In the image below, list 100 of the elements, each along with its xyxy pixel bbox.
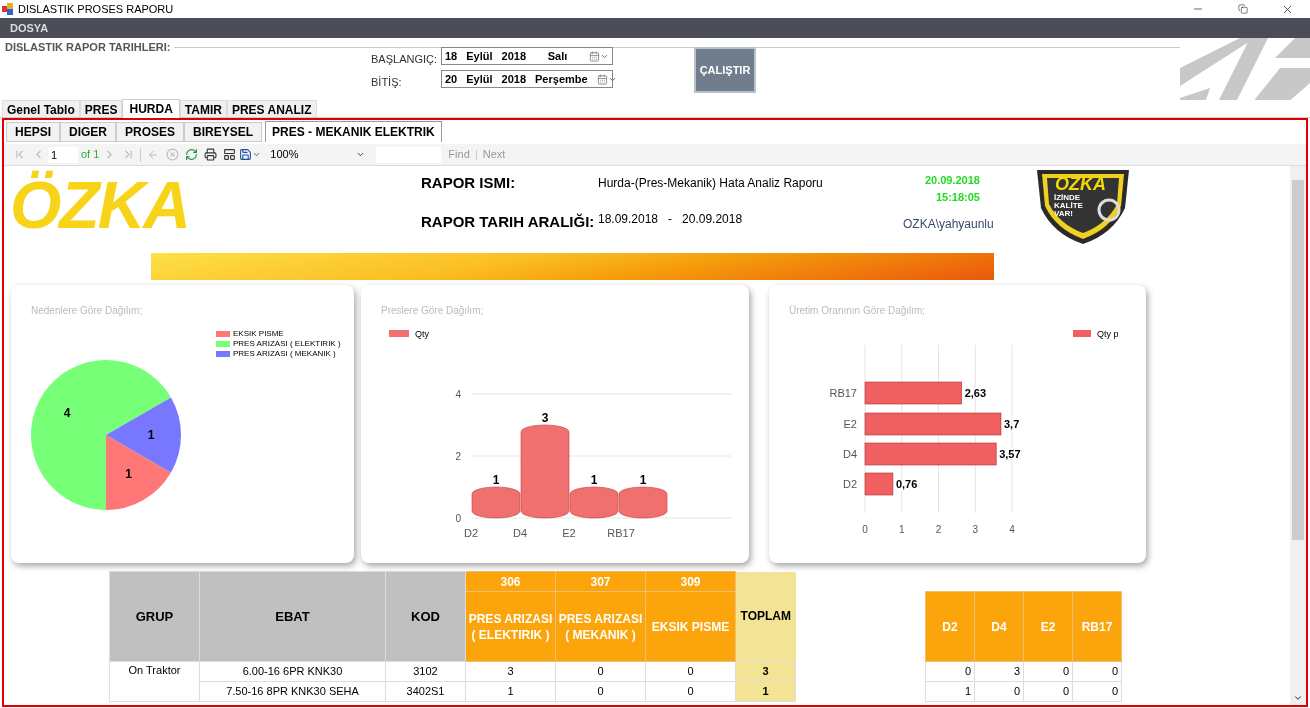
axis-tick: 4 xyxy=(455,389,461,400)
field-label: BİTİŞ: xyxy=(371,74,403,90)
tab[interactable]: PRES ANALIZ xyxy=(226,100,317,117)
badge-slogan: VAR! xyxy=(1054,210,1074,218)
column-header: E2 xyxy=(1023,591,1073,662)
report-date: 20.09.2018 xyxy=(924,173,981,188)
logo-text: ÖZKA xyxy=(10,170,189,244)
menu-item[interactable]: DOSYA xyxy=(10,19,49,37)
column-header: D2 xyxy=(925,591,975,662)
table-cell: 0 xyxy=(645,661,736,682)
table-cell: On Traktor xyxy=(109,661,200,702)
stop-icon[interactable] xyxy=(163,145,182,164)
table-cell: 3102 xyxy=(385,661,466,682)
zoom-dropdown[interactable]: 100% xyxy=(270,146,366,163)
column-header: EKSIK PISME xyxy=(645,591,736,662)
tab[interactable]: HURDA xyxy=(122,99,180,118)
column-header: D4 xyxy=(974,591,1024,662)
chart-title: Nedenlere Göre Dağılım; xyxy=(31,304,143,318)
axis-tick: 1 xyxy=(898,524,905,535)
legend-item: Qty p xyxy=(1073,329,1119,339)
legend-label: EKSIK PISME xyxy=(233,329,284,338)
tab[interactable]: BIREYSEL xyxy=(184,122,263,142)
axis-tick: 4 xyxy=(1009,524,1015,535)
column-header: PRES ARIZASI ( MEKANIK ) xyxy=(555,591,646,662)
data-label: 1 xyxy=(125,466,132,481)
category-label: E2 xyxy=(843,418,857,430)
column-header: 307 xyxy=(555,571,646,592)
scrollbar[interactable] xyxy=(1290,166,1306,705)
tab[interactable]: Genel Tablo xyxy=(2,100,80,117)
column-header: RB17 xyxy=(1072,591,1122,662)
data-label: 1 xyxy=(147,428,155,442)
table-cell: 0 xyxy=(925,661,975,682)
legend-label: Qty p xyxy=(1097,329,1119,339)
data-label: 4 xyxy=(63,405,71,420)
tab[interactable]: PROSES xyxy=(116,122,185,142)
column-header: KOD xyxy=(385,571,466,662)
tab[interactable]: DIGER xyxy=(60,122,117,142)
legend-item: Qty xyxy=(389,329,429,339)
page-number-field[interactable]: 1 xyxy=(48,146,78,163)
category-label: D4 xyxy=(842,448,857,460)
data-label: 2,63 xyxy=(964,387,987,399)
field-label: BAŞLANGIÇ: xyxy=(371,51,439,67)
range-separator: - xyxy=(668,211,673,228)
restore-icon xyxy=(1237,4,1248,14)
report-name: Hurda-(Pres-Mekanik) Hata Analiz Raporu xyxy=(598,175,824,192)
tab[interactable]: PRES xyxy=(79,100,123,117)
legend-label: Qty xyxy=(415,329,430,339)
data-label: 1 xyxy=(590,473,598,487)
column-header: EBAT xyxy=(199,571,386,662)
category-label: D2 xyxy=(463,527,479,539)
table-cell: 3402S1 xyxy=(385,681,466,702)
window-title: DISLASTIK PROSES RAPORU xyxy=(18,1,174,17)
date-picker[interactable]: 18 Eylül 2018 Salı xyxy=(441,47,613,65)
table-cell: 3 xyxy=(465,661,556,682)
run-button[interactable]: ÇALIŞTIR xyxy=(694,47,756,93)
badge-slogan: İZİNDE xyxy=(1054,194,1082,202)
bar xyxy=(864,472,894,496)
bar xyxy=(618,486,668,519)
legend-label: PRES ARIZASI ( ELEKTIRIK ) xyxy=(233,339,341,348)
table-cell: 1 xyxy=(465,681,556,702)
scroll-down-icon[interactable] xyxy=(1293,693,1303,703)
category-label: D2 xyxy=(842,478,857,490)
tab[interactable]: HEPSI xyxy=(6,122,60,142)
category-label: D4 xyxy=(512,527,528,539)
data-label: 1 xyxy=(492,473,500,487)
report-time: 15:18:05 xyxy=(935,189,981,205)
data-label: 1 xyxy=(639,473,647,487)
badge-slogan: KALİTE xyxy=(1054,202,1083,210)
table-cell: 1 xyxy=(925,681,975,702)
data-label: 3,7 xyxy=(1003,418,1020,430)
table-cell: 3 xyxy=(735,661,796,682)
axis-tick: 0 xyxy=(862,524,868,535)
column-header: 306 xyxy=(465,571,556,592)
table-cell: 3 xyxy=(974,661,1024,682)
category-label: RB17 xyxy=(829,387,857,399)
user-name: OZKA\yahyaunlu xyxy=(903,216,993,233)
date-range-label: RAPOR TARIH ARALIĞI: xyxy=(421,211,596,232)
page-count: of 1 xyxy=(81,147,100,163)
column-header: TOPLAM xyxy=(735,571,796,662)
chart-title: Üretim Oranının Göre Dağılım; xyxy=(789,304,926,318)
tab[interactable]: TAMIR xyxy=(179,100,227,117)
date-picker[interactable]: 20 Eylül 2018 Perşembe xyxy=(441,70,613,88)
print-icon[interactable] xyxy=(201,145,220,164)
report-name-label: RAPOR ISMI: xyxy=(421,173,517,193)
table-cell: 0 xyxy=(974,681,1024,702)
data-label: 0,76 xyxy=(895,478,918,490)
table-cell: 0 xyxy=(1023,681,1073,702)
column-header: GRUP xyxy=(109,571,200,662)
caret-icon xyxy=(356,150,366,159)
table-cell: 6.00-16 6PR KNK30 xyxy=(199,661,386,682)
table-cell: 0 xyxy=(645,681,736,702)
table-cell: 0 xyxy=(555,681,646,702)
column-header: PRES ARIZASI ( ELEKTIRIK ) xyxy=(465,591,556,662)
category-label: RB17 xyxy=(607,527,635,539)
axis-tick: 2 xyxy=(935,524,942,535)
calendar-icon xyxy=(596,73,608,85)
tab[interactable]: PRES - MEKANIK ELEKTRIK xyxy=(265,121,442,142)
badge-brand: ÖZKA xyxy=(1055,175,1106,193)
calendar-icon xyxy=(589,50,600,62)
data-label: 3 xyxy=(541,411,549,425)
